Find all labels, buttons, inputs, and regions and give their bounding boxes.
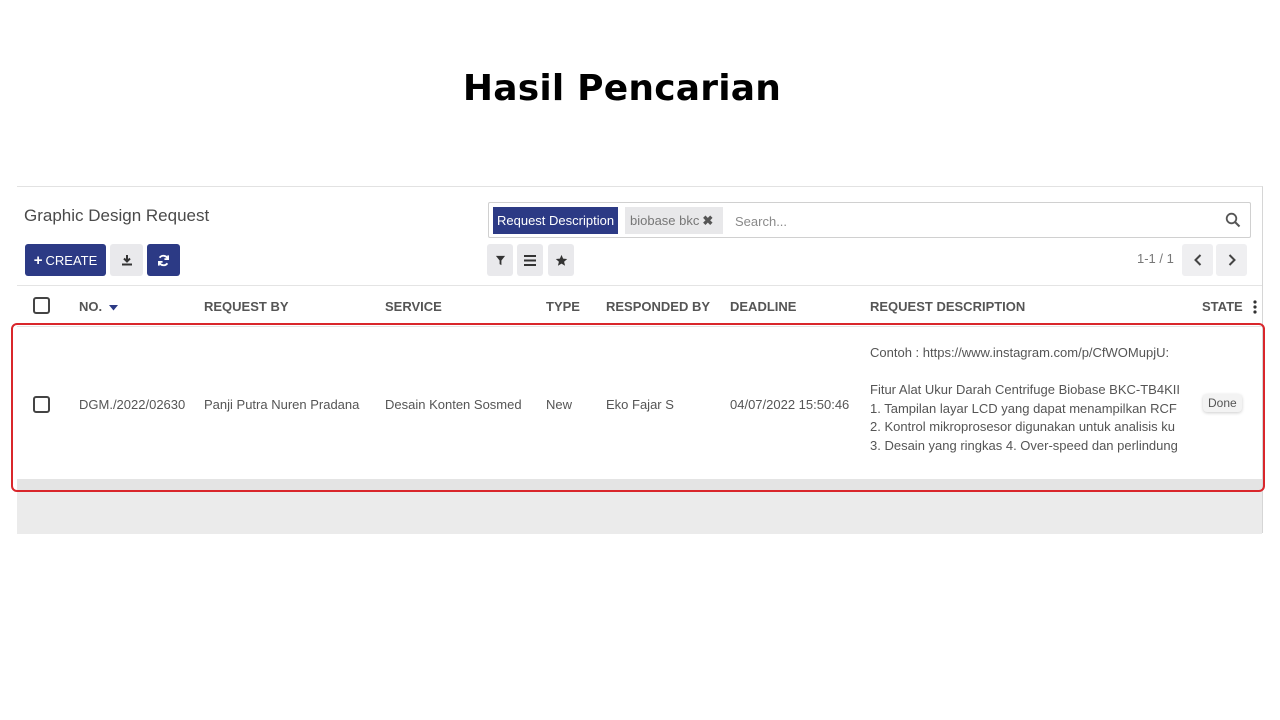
pager-next-button[interactable]	[1216, 244, 1247, 276]
download-button[interactable]	[110, 244, 143, 276]
column-request-description[interactable]: REQUEST DESCRIPTION	[870, 299, 1025, 314]
app-screenshot: Graphic Design Request + CREATE Request …	[17, 186, 1263, 534]
column-request-by[interactable]: REQUEST BY	[204, 299, 289, 314]
filter-icon	[495, 255, 505, 265]
pager-previous-button[interactable]	[1182, 244, 1213, 276]
chevron-right-icon	[1228, 254, 1236, 266]
facet-remove-icon[interactable]: ✖	[702, 213, 713, 228]
cell-deadline: 04/07/2022 15:50:46	[730, 397, 850, 412]
search-bar[interactable]: Request Description biobase bkc ✖	[488, 202, 1251, 238]
cell-request-by: Panji Putra Nuren Pradana	[204, 397, 360, 412]
star-icon	[555, 254, 567, 266]
column-responded-by[interactable]: RESPONDED BY	[606, 299, 710, 314]
list-icon	[524, 254, 536, 266]
create-button[interactable]: + CREATE	[25, 244, 106, 276]
footer-band	[17, 479, 1262, 491]
group-by-button[interactable]	[517, 244, 543, 276]
table-row[interactable]: DGM./2022/02630 Panji Putra Nuren Pradan…	[17, 328, 1262, 479]
description-line	[870, 363, 1194, 382]
search-facet-value: biobase bkc ✖	[625, 207, 723, 234]
table-footer	[17, 479, 1262, 534]
chevron-left-icon	[1193, 254, 1201, 266]
cell-service: Desain Konten Sosmed	[385, 397, 522, 412]
search-facet-text: biobase bkc	[630, 213, 700, 228]
search-facet-label: Request Description	[493, 207, 619, 234]
filter-button[interactable]	[487, 244, 513, 276]
table-header: NO. REQUEST BY SERVICE TYPE RESPONDED BY…	[17, 285, 1262, 327]
more-options-icon[interactable]	[1253, 300, 1257, 314]
cell-responded-by: Eko Fajar S	[606, 397, 674, 412]
search-icon[interactable]	[1225, 212, 1241, 228]
row-checkbox[interactable]	[33, 396, 50, 413]
description-line: Contoh : https://www.instagram.com/p/CfW…	[870, 345, 1170, 360]
select-all-checkbox[interactable]	[33, 297, 50, 314]
column-deadline[interactable]: DEADLINE	[730, 299, 796, 314]
cell-request-description: Contoh : https://www.instagram.com/p/CfW…	[870, 344, 1194, 456]
column-type[interactable]: TYPE	[546, 299, 580, 314]
plus-icon: +	[33, 251, 43, 269]
refresh-icon	[158, 254, 169, 266]
create-label: CREATE	[45, 252, 98, 268]
description-line: 3. Desain yang ringkas 4. Over-speed dan…	[870, 437, 1178, 453]
state-badge: Done	[1203, 394, 1242, 412]
description-line: 1. Tampilan layar LCD yang dapat menampi…	[870, 400, 1177, 416]
page-headline: Hasil Pencarian	[462, 68, 782, 109]
refresh-button[interactable]	[147, 244, 180, 276]
cell-no: DGM./2022/02630	[79, 397, 186, 412]
sort-desc-icon	[108, 304, 118, 311]
pager-value[interactable]: 1-1 / 1	[1137, 251, 1174, 266]
description-line: Fitur Alat Ukur Darah Centrifuge Biobase…	[870, 382, 1180, 398]
app-title: Graphic Design Request	[24, 206, 210, 225]
column-no-label: NO.	[79, 299, 103, 314]
favorites-button[interactable]	[548, 244, 574, 276]
column-no[interactable]: NO.	[79, 299, 118, 314]
search-input[interactable]	[735, 209, 1215, 233]
description-line: 2. Kontrol mikroprosesor digunakan untuk…	[870, 419, 1175, 435]
cell-type: New	[546, 397, 573, 412]
download-icon	[121, 255, 132, 266]
column-service[interactable]: SERVICE	[385, 299, 442, 314]
column-state[interactable]: STATE	[1202, 299, 1243, 314]
